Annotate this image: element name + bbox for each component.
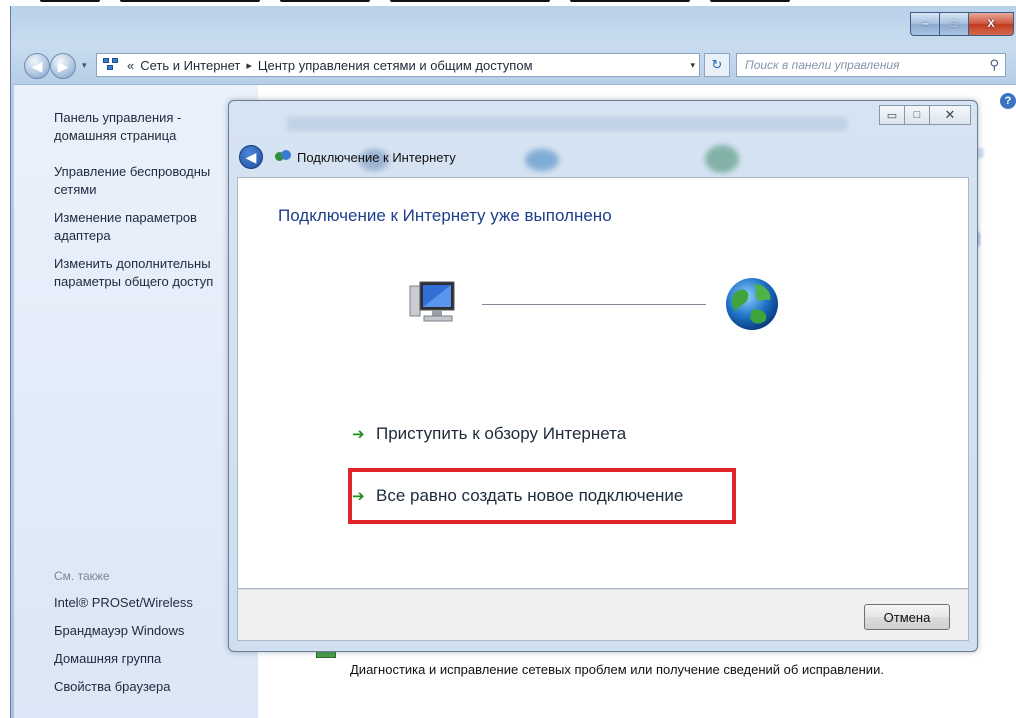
recent-pages-dropdown[interactable]: ▾	[82, 60, 87, 71]
dialog-maximize-button[interactable]: □	[904, 105, 930, 125]
sidebar-item-adapter[interactable]: Изменение параметров адаптера	[54, 209, 254, 245]
address-bar[interactable]: « Сеть и Интернет ▸ Центр управления сет…	[96, 53, 700, 77]
troubleshoot-description: Диагностика и исправление сетевых пробле…	[350, 662, 884, 677]
dialog-back-button[interactable]: ◀	[239, 145, 263, 169]
maximize-button[interactable]: □	[939, 12, 969, 36]
option-label: Все равно создать новое подключение	[376, 486, 684, 505]
breadcrumb-chevron[interactable]: «	[127, 58, 134, 73]
minimize-icon: ▭	[886, 109, 898, 122]
breadcrumb-network-center[interactable]: Центр управления сетями и общим доступом	[258, 58, 533, 73]
computer-icon	[409, 281, 455, 322]
network-wizard-icon	[275, 150, 291, 164]
refresh-button[interactable]: ↻	[704, 53, 730, 77]
breadcrumb-separator-icon[interactable]: ▸	[246, 59, 252, 72]
sidebar-item-sharing[interactable]: Изменить дополнительны параметры общего …	[54, 255, 254, 291]
refresh-icon: ↻	[711, 57, 723, 72]
breadcrumb-network-internet[interactable]: Сеть и Интернет	[140, 58, 240, 73]
sidebar-item-wireless[interactable]: Управление беспроводны сетями	[54, 163, 254, 199]
dialog-title-blur	[287, 117, 847, 131]
dialog-close-button[interactable]: ✕	[929, 105, 971, 125]
address-dropdown-icon[interactable]: ▾	[690, 60, 695, 71]
back-arrow-icon: ◀	[245, 148, 257, 165]
connect-internet-dialog: ▭ □ ✕ ◀ Подключение к Интернету Подключе…	[228, 100, 978, 652]
sidebar-item-label: адаптера	[54, 228, 111, 243]
see-also-heading: См. также	[54, 569, 110, 583]
dialog-heading: Подключение к Интернету уже выполнено	[278, 206, 612, 225]
close-icon: ✕	[944, 107, 956, 122]
search-icon[interactable]: ⚲	[989, 57, 999, 73]
link-intel-proset[interactable]: Intel® PROSet/Wireless	[54, 595, 193, 610]
sidebar-item-label: сетями	[54, 182, 97, 197]
dialog-header: ◀ Подключение к Интернету	[239, 145, 456, 169]
sidebar-item-label: Изменить дополнительны	[54, 256, 211, 271]
navigation-bar: ◀ ▶ ▾ « Сеть и Интернет ▸ Центр управлен…	[14, 50, 1012, 80]
window-caption-buttons: – □ X	[910, 12, 1014, 36]
task-pane: Панель управления - домашняя страница Уп…	[14, 85, 258, 718]
green-arrow-icon: ➔	[352, 488, 365, 505]
option-browse-internet[interactable]: ➔ Приступить к обзору Интернета	[352, 424, 626, 444]
search-input[interactable]: Поиск в панели управления ⚲	[736, 53, 1006, 77]
forward-button[interactable]: ▶	[50, 53, 76, 79]
back-arrow-icon: ◀	[31, 57, 43, 74]
dialog-minimize-button[interactable]: ▭	[879, 105, 905, 125]
close-button[interactable]: X	[968, 12, 1014, 36]
background-blur-blob	[525, 149, 559, 171]
dialog-title: Подключение к Интернету	[297, 149, 456, 165]
dialog-caption-buttons: ▭ □ ✕	[879, 105, 971, 125]
option-label: Приступить к обзору Интернета	[376, 424, 627, 443]
option-create-new-connection[interactable]: ➔ Все равно создать новое подключение	[352, 486, 683, 506]
minimize-icon: –	[921, 18, 929, 30]
back-button[interactable]: ◀	[24, 53, 50, 79]
link-firewall[interactable]: Брандмауэр Windows	[54, 623, 184, 638]
connection-line	[482, 304, 706, 305]
sidebar-item-label: параметры общего доступ	[54, 274, 214, 289]
close-icon: X	[987, 18, 995, 30]
search-placeholder: Поиск в панели управления	[745, 58, 900, 72]
cancel-button[interactable]: Отмена	[864, 604, 950, 630]
sidebar-item-label: Управление беспроводны	[54, 164, 211, 179]
link-homegroup[interactable]: Домашняя группа	[54, 651, 161, 666]
maximize-icon: □	[950, 18, 958, 30]
sidebar-item-label: Панель управления -	[54, 110, 182, 125]
network-icon	[103, 58, 121, 72]
globe-icon	[726, 278, 778, 330]
help-icon[interactable]: ?	[1000, 93, 1016, 109]
dialog-body: Подключение к Интернету уже выполнено ➔ …	[237, 177, 969, 589]
link-browser-properties[interactable]: Свойства браузера	[54, 679, 170, 694]
forward-arrow-icon: ▶	[57, 57, 69, 74]
sidebar-item-label: Изменение параметров	[54, 210, 197, 225]
sidebar-item-label: домашняя страница	[54, 128, 177, 143]
sidebar-item-home[interactable]: Панель управления - домашняя страница	[54, 109, 254, 145]
dialog-footer: Отмена	[237, 589, 969, 641]
background-blur-blob	[705, 145, 739, 173]
maximize-icon: □	[913, 109, 921, 121]
green-arrow-icon: ➔	[352, 426, 365, 443]
minimize-button[interactable]: –	[910, 12, 940, 36]
